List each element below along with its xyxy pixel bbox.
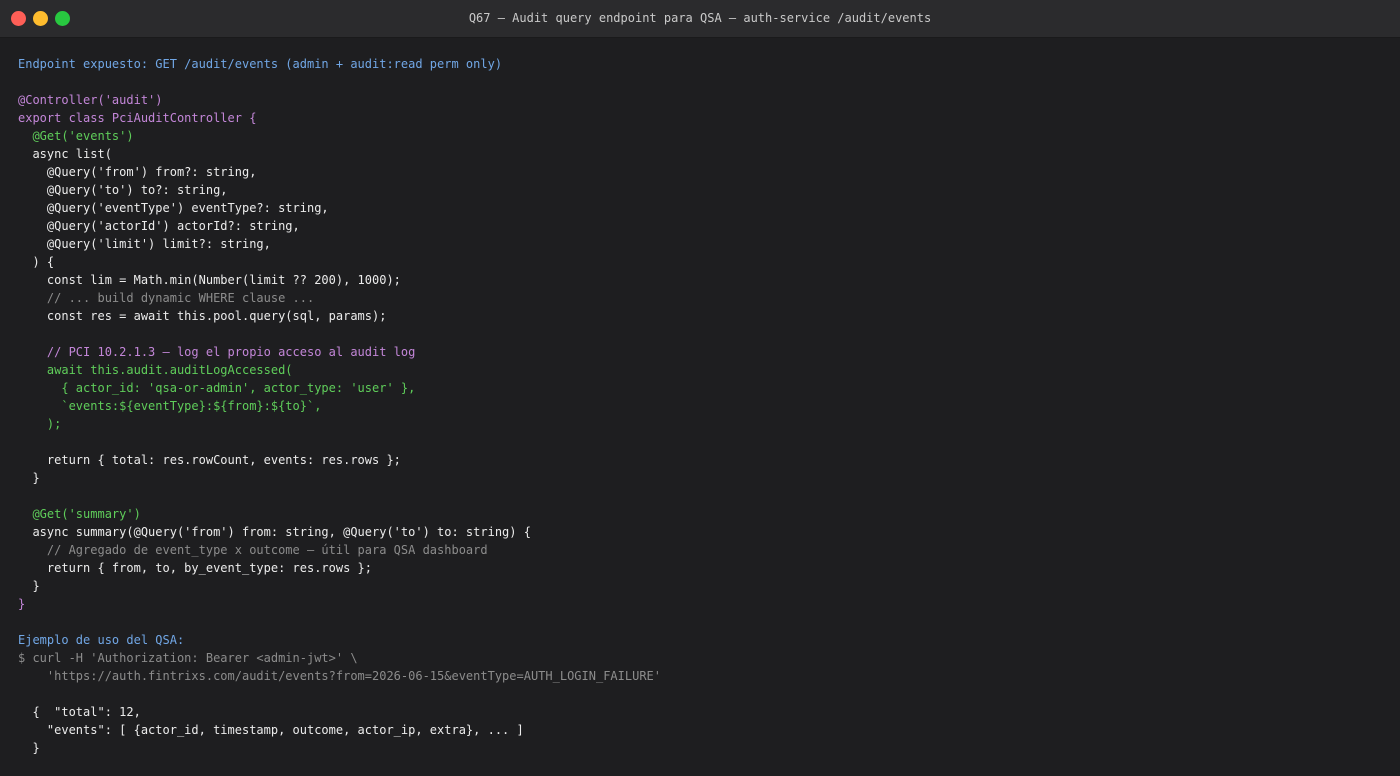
terminal-line: "events": [ {actor_id, timestamp, outcom…: [18, 723, 524, 737]
terminal-line: @Controller('audit'): [18, 93, 163, 107]
terminal-line: return { from, to, by_event_type: res.ro…: [18, 561, 373, 575]
terminal-line: @Query('limit') limit?: string,: [18, 237, 271, 251]
terminal-line: $ curl -H 'Authorization: Bearer <admin-…: [18, 651, 358, 665]
terminal-line: Ejemplo de uso del QSA:: [18, 633, 185, 647]
terminal-line: @Get('events'): [18, 129, 134, 143]
terminal-line: { "total": 12,: [18, 705, 141, 719]
terminal-line: async list(: [18, 147, 112, 161]
terminal-line: Endpoint expuesto: GET /audit/events (ad…: [18, 57, 503, 71]
terminal-line: @Query('from') from?: string,: [18, 165, 257, 179]
terminal-line: 'https://auth.fintrixs.com/audit/events?…: [18, 669, 661, 683]
terminal-window: Q67 — Audit query endpoint para QSA — au…: [0, 0, 1400, 776]
terminal-line: // ... build dynamic WHERE clause ...: [18, 291, 315, 305]
terminal-line: { actor_id: 'qsa-or-admin', actor_type: …: [18, 381, 416, 395]
terminal-line: }: [18, 471, 40, 485]
terminal-line: // PCI 10.2.1.3 — log el propio acceso a…: [18, 345, 416, 359]
window-title: Q67 — Audit query endpoint para QSA — au…: [468, 11, 932, 25]
terminal-line: const lim = Math.min(Number(limit ?? 200…: [18, 273, 401, 287]
terminal-line: }: [18, 741, 40, 755]
terminal-line: export class PciAuditController {: [18, 111, 257, 125]
terminal-line: @Query('eventType') eventType?: string,: [18, 201, 329, 215]
terminal-line: `events:${eventType}:${from}:${to}`,: [18, 399, 322, 413]
terminal-output[interactable]: Endpoint expuesto: GET /audit/events (ad…: [18, 55, 1388, 757]
terminal-line: return { total: res.rowCount, events: re…: [18, 453, 401, 467]
terminal-line: @Query('to') to?: string,: [18, 183, 228, 197]
terminal-line: @Query('actorId') actorId?: string,: [18, 219, 300, 233]
terminal-line: const res = await this.pool.query(sql, p…: [18, 309, 387, 323]
terminal-line: // Agregado de event_type x outcome — út…: [18, 543, 488, 557]
terminal-line: @Get('summary'): [18, 507, 141, 521]
terminal-line: ) {: [18, 255, 55, 269]
terminal-line: }: [18, 597, 26, 611]
title-bar[interactable]: Q67 — Audit query endpoint para QSA — au…: [0, 0, 1400, 38]
terminal-line: }: [18, 579, 40, 593]
terminal-line: async summary(@Query('from') from: strin…: [18, 525, 531, 539]
terminal-line: );: [18, 417, 62, 431]
terminal-line: await this.audit.auditLogAccessed(: [18, 363, 293, 377]
